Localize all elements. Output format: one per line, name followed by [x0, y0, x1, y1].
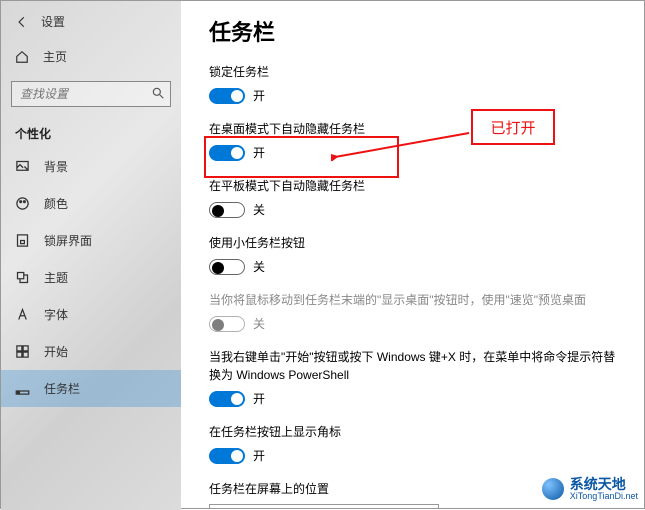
- watermark: 系统天地 XiTongTianDi.net: [542, 477, 638, 502]
- watermark-sub: XiTongTianDi.net: [570, 492, 638, 502]
- toggle-state: 关: [253, 258, 265, 275]
- sidebar-item-label: 背景: [44, 158, 68, 175]
- setting-peek: 当你将鼠标移动到任务栏末端的"显示桌面"按钮时，使用"速览"预览桌面 关: [209, 291, 620, 332]
- toggle-autohide-desktop[interactable]: [209, 145, 245, 161]
- toggle-autohide-tablet[interactable]: [209, 202, 245, 218]
- watermark-logo-icon: [542, 478, 564, 500]
- content-area: 任务栏 锁定任务栏 开 在桌面模式下自动隐藏任务栏 开 在平板模式下自动隐藏任务…: [181, 1, 644, 508]
- back-icon[interactable]: [15, 15, 29, 29]
- toggle-small-buttons[interactable]: [209, 259, 245, 275]
- setting-autohide-desktop: 在桌面模式下自动隐藏任务栏 开: [209, 120, 620, 161]
- toggle-state: 开: [253, 390, 265, 407]
- sidebar-item-label: 任务栏: [44, 380, 80, 397]
- search-icon: [151, 86, 165, 100]
- sidebar-item-label: 主题: [44, 269, 68, 286]
- sidebar-item-background[interactable]: 背景: [1, 148, 181, 185]
- sidebar-item-lockscreen[interactable]: 锁屏界面: [1, 222, 181, 259]
- sidebar-item-label: 颜色: [44, 195, 68, 212]
- theme-icon: [15, 270, 30, 285]
- setting-small-buttons: 使用小任务栏按钮 关: [209, 234, 620, 275]
- home-label: 主页: [43, 48, 67, 65]
- lockscreen-icon: [15, 233, 30, 248]
- sidebar-item-label: 字体: [44, 306, 68, 323]
- toggle-state: 开: [253, 87, 265, 104]
- sidebar-item-label: 开始: [44, 343, 68, 360]
- setting-label: 当我右键单击"开始"按钮或按下 Windows 键+X 时，在菜单中将命令提示符…: [209, 348, 620, 384]
- sidebar-item-colors[interactable]: 颜色: [1, 185, 181, 222]
- home-row[interactable]: 主页: [1, 40, 181, 73]
- sidebar-item-label: 锁屏界面: [44, 232, 92, 249]
- search-wrap: [11, 81, 171, 107]
- setting-label: 在平板模式下自动隐藏任务栏: [209, 177, 620, 195]
- start-icon: [15, 344, 30, 359]
- taskbar-icon: [15, 381, 30, 396]
- setting-label: 使用小任务栏按钮: [209, 234, 620, 252]
- toggle-state: 关: [253, 201, 265, 218]
- toggle-powershell[interactable]: [209, 391, 245, 407]
- font-icon: [15, 307, 30, 322]
- setting-badges: 在任务栏按钮上显示角标 开: [209, 423, 620, 464]
- settings-sidebar: 设置 主页 个性化 背景 颜色 锁屏界面 主题 字体 开始 任务栏: [1, 1, 181, 510]
- toggle-state: 开: [253, 447, 265, 464]
- sidebar-item-taskbar[interactable]: 任务栏: [1, 370, 181, 407]
- setting-autohide-tablet: 在平板模式下自动隐藏任务栏 关: [209, 177, 620, 218]
- sidebar-item-fonts[interactable]: 字体: [1, 296, 181, 333]
- select-position[interactable]: 底部: [209, 504, 439, 508]
- page-title: 任务栏: [209, 15, 620, 47]
- palette-icon: [15, 196, 30, 211]
- setting-label: 在桌面模式下自动隐藏任务栏: [209, 120, 620, 138]
- toggle-badges[interactable]: [209, 448, 245, 464]
- sidebar-item-themes[interactable]: 主题: [1, 259, 181, 296]
- settings-label: 设置: [41, 13, 65, 30]
- toggle-state: 关: [253, 315, 265, 332]
- toggle-state: 开: [253, 144, 265, 161]
- search-input[interactable]: [11, 81, 171, 107]
- header-row: 设置: [1, 9, 181, 40]
- setting-label: 锁定任务栏: [209, 63, 620, 81]
- setting-label: 当你将鼠标移动到任务栏末端的"显示桌面"按钮时，使用"速览"预览桌面: [209, 291, 620, 309]
- home-icon: [15, 50, 29, 64]
- sidebar-item-start[interactable]: 开始: [1, 333, 181, 370]
- section-header: 个性化: [1, 117, 181, 148]
- setting-powershell: 当我右键单击"开始"按钮或按下 Windows 键+X 时，在菜单中将命令提示符…: [209, 348, 620, 407]
- setting-label: 在任务栏按钮上显示角标: [209, 423, 620, 441]
- toggle-lock-taskbar[interactable]: [209, 88, 245, 104]
- toggle-peek: [209, 316, 245, 332]
- picture-icon: [15, 159, 30, 174]
- setting-lock-taskbar: 锁定任务栏 开: [209, 63, 620, 104]
- watermark-main: 系统天地: [570, 477, 638, 492]
